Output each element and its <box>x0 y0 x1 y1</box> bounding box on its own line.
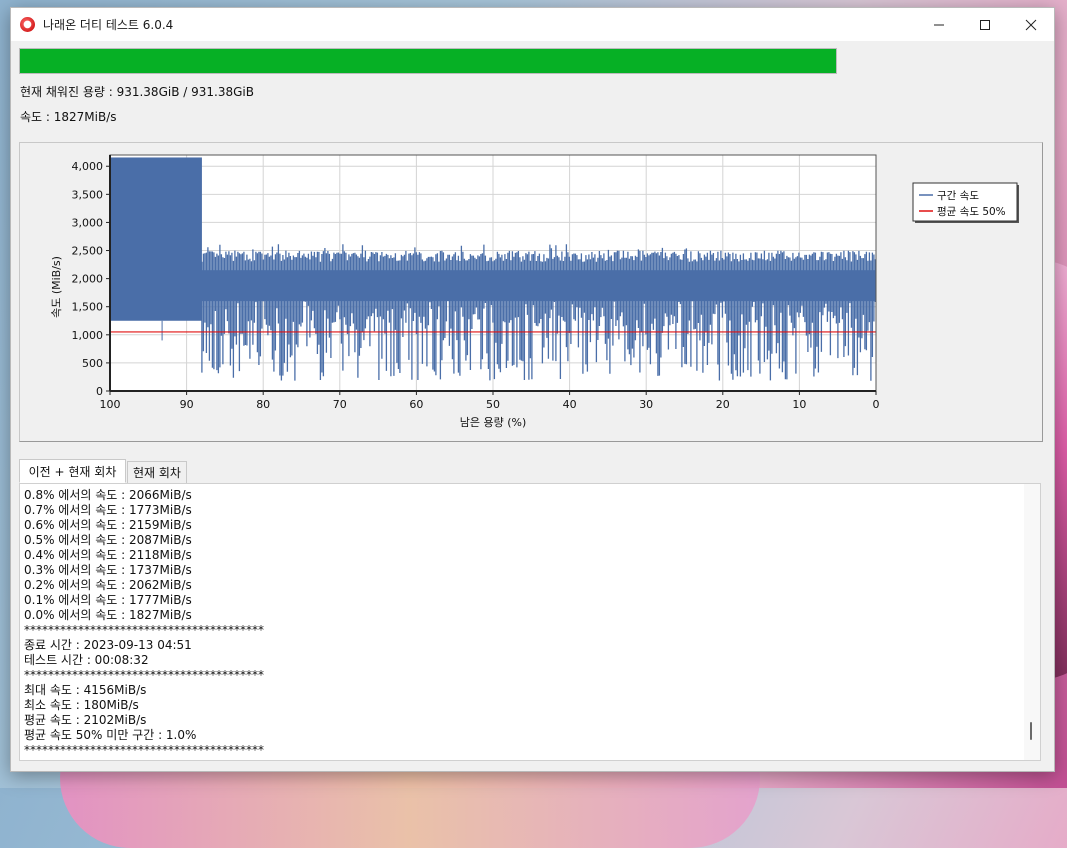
log-line: **************************************** <box>24 623 264 637</box>
y-tick-label: 4,000 <box>72 160 104 173</box>
x-tick-label: 30 <box>639 398 653 411</box>
tab-current[interactable]: 현재 회차 <box>127 461 187 484</box>
tab-previous-and-current[interactable]: 이전 + 현재 회차 <box>19 459 126 483</box>
y-tick-label: 1,500 <box>72 301 104 314</box>
log-line: 종료 시간 : 2023-09-13 04:51 <box>24 638 192 652</box>
log-line: 0.3% 에서의 속도 : 1737MiB/s <box>24 563 192 577</box>
minimize-button[interactable] <box>916 8 962 41</box>
close-button[interactable] <box>1008 8 1054 41</box>
speed-chart: 100 90 80 70 60 50 40 30 20 10 0 0 500 1,000 1,500 2,00… <box>19 142 1043 442</box>
chart-svg: 100 90 80 70 60 50 40 30 20 10 005001,0001,5002,00… <box>50 154 1019 429</box>
y-tick-label: 3,500 <box>72 188 104 201</box>
y-tick-label: 3,000 <box>72 216 104 229</box>
log-line: 0.8% 에서의 속도 : 2066MiB/s <box>24 488 192 502</box>
x-tick-label: 0 <box>873 398 880 411</box>
progress-fill <box>20 49 836 73</box>
x-tick-label: 80 <box>256 398 270 411</box>
progress-bar <box>19 48 837 74</box>
log-scrollbar[interactable] <box>1024 484 1040 760</box>
capacity-text: 현재 채워진 용량 : 931.38GiB / 931.38GiB <box>20 85 254 99</box>
log-line: 최소 속도 : 180MiB/s <box>24 698 139 712</box>
speed-text: 속도 : 1827MiB/s <box>20 110 117 124</box>
y-tick-label: 0 <box>96 385 103 398</box>
minimize-icon <box>934 24 944 25</box>
legend-label: 구간 속도 <box>937 190 979 202</box>
maximize-icon <box>980 19 990 30</box>
app-icon: ● <box>20 17 35 32</box>
log-textbox[interactable]: 0.8% 에서의 속도 : 2066MiB/s 0.7% 에서의 속도 : 177… <box>19 483 1041 761</box>
log-line: 0.2% 에서의 속도 : 2062MiB/s <box>24 578 192 592</box>
log-line: 0.7% 에서의 속도 : 1773MiB/s <box>24 503 192 517</box>
log-line: 평균 속도 50% 미만 구간 : 1.0% <box>24 728 197 742</box>
series-area-block <box>110 157 202 321</box>
y-tick-label: 1,000 <box>72 329 104 342</box>
x-tick-label: 70 <box>333 398 347 411</box>
x-axis-label: 남은 용량 (%) <box>460 416 527 429</box>
title-bar[interactable]: ● 나래온 더티 테스트 6.0.4 <box>11 8 1054 41</box>
x-tick-label: 90 <box>180 398 194 411</box>
app-window: ● 나래온 더티 테스트 6.0.4 현재 채워진 용량 : 931.38GiB… <box>10 7 1055 772</box>
x-tick-label: 10 <box>792 398 806 411</box>
log-line: 0.6% 에서의 속도 : 2159MiB/s <box>24 518 192 532</box>
log-line: 0.5% 에서의 속도 : 2087MiB/s <box>24 533 192 547</box>
close-icon <box>1025 19 1037 30</box>
y-axis-label: 속도 (MiB/s) <box>50 256 63 318</box>
legend-label: 평균 속도 50% <box>937 206 1006 218</box>
y-tick-label: 2,000 <box>72 273 104 286</box>
log-line: 테스트 시간 : 00:08:32 <box>24 653 149 667</box>
x-tick-label: 100 <box>100 398 121 411</box>
log-line: 0.4% 에서의 속도 : 2118MiB/s <box>24 548 192 562</box>
log-line: 최대 속도 : 4156MiB/s <box>24 683 147 697</box>
scrollbar-thumb[interactable] <box>1030 722 1032 740</box>
log-line: 0.1% 에서의 속도 : 1777MiB/s <box>24 593 192 607</box>
y-tick-label: 2,500 <box>72 245 104 258</box>
y-tick-label: 500 <box>82 357 103 370</box>
x-tick-label: 40 <box>563 398 577 411</box>
log-lines: 0.8% 에서의 속도 : 2066MiB/s 0.7% 에서의 속도 : 177… <box>24 488 264 758</box>
window-title: 나래온 더티 테스트 6.0.4 <box>43 18 174 32</box>
log-line: 0.0% 에서의 속도 : 1827MiB/s <box>24 608 192 622</box>
series-core-band <box>201 270 877 302</box>
log-line: **************************************** <box>24 743 264 757</box>
x-tick-label: 60 <box>409 398 423 411</box>
log-line: **************************************** <box>24 668 264 682</box>
x-tick-label: 50 <box>486 398 500 411</box>
maximize-button[interactable] <box>962 8 1008 41</box>
log-line: 평균 속도 : 2102MiB/s <box>24 713 147 727</box>
x-tick-label: 20 <box>716 398 730 411</box>
